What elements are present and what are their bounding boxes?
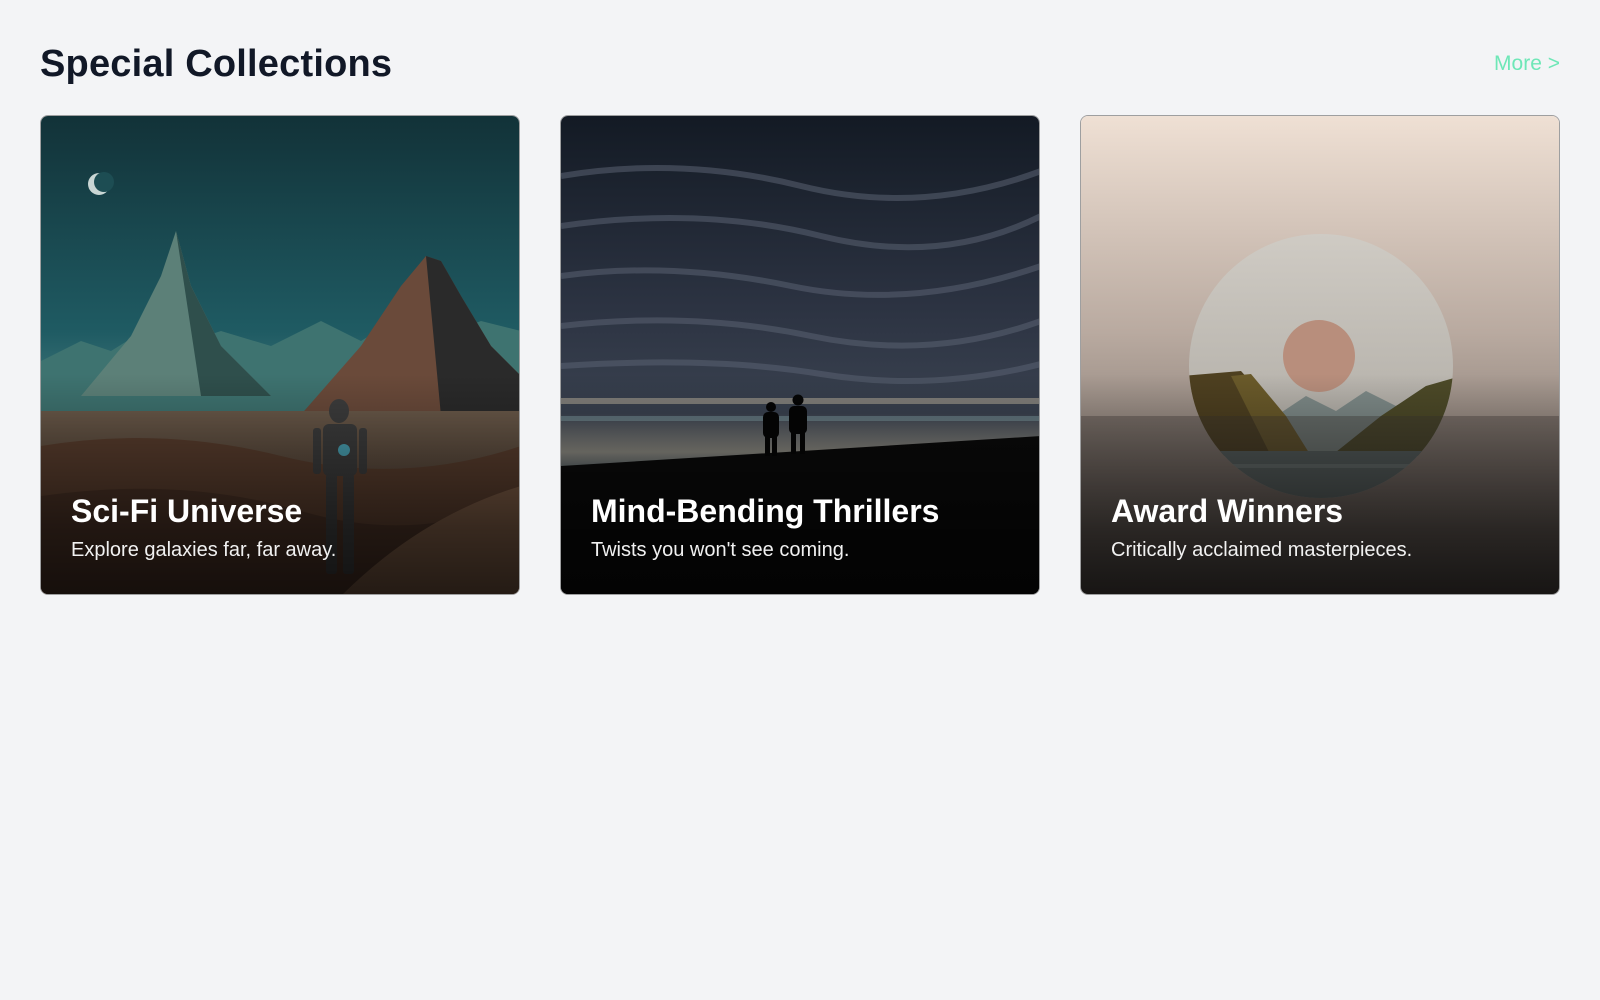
card-subtitle: Twists you won't see coming. xyxy=(591,539,850,561)
section-header: Special Collections More > xyxy=(40,38,1560,90)
collection-card-thrillers[interactable]: Mind-Bending Thrillers Twists you won't … xyxy=(560,115,1040,595)
more-link[interactable]: More > xyxy=(1494,52,1560,76)
card-subtitle: Explore galaxies far, far away. xyxy=(71,539,337,561)
collection-card-scifi[interactable]: Sci-Fi Universe Explore galaxies far, fa… xyxy=(40,115,520,595)
card-subtitle: Critically acclaimed masterpieces. xyxy=(1111,539,1413,561)
collection-cards: Sci-Fi Universe Explore galaxies far, fa… xyxy=(40,115,1560,595)
collection-card-award-winners[interactable]: Award Winners Critically acclaimed maste… xyxy=(1080,115,1560,595)
card-text: Sci-Fi Universe Explore galaxies far, fa… xyxy=(71,492,495,562)
card-title: Mind-Bending Thrillers xyxy=(591,493,940,529)
section-title: Special Collections xyxy=(40,42,393,85)
card-text: Award Winners Critically acclaimed maste… xyxy=(1111,492,1535,562)
card-title: Sci-Fi Universe xyxy=(71,493,303,529)
card-title: Award Winners xyxy=(1111,493,1344,529)
card-text: Mind-Bending Thrillers Twists you won't … xyxy=(591,492,1015,562)
